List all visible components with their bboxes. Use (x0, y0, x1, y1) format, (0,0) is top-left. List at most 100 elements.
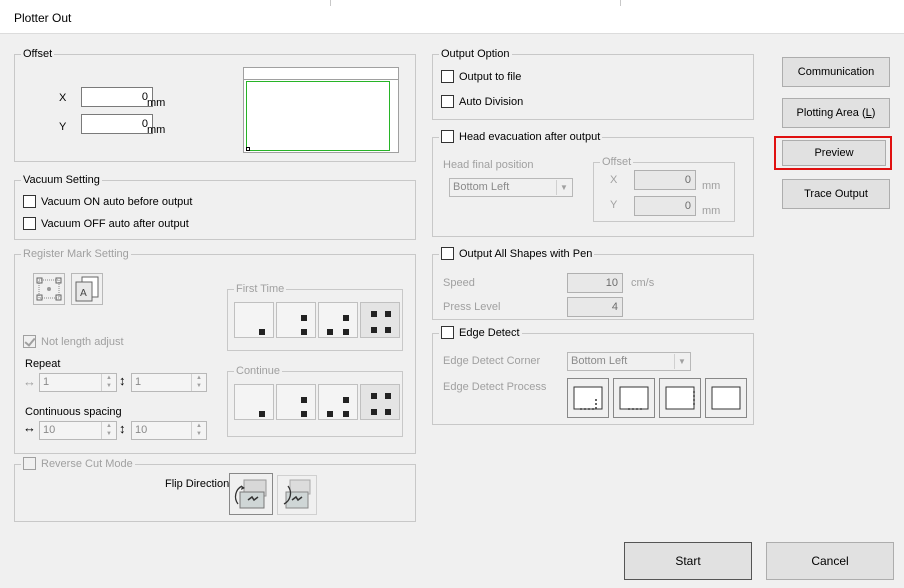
press-level-input[interactable]: 4 (567, 297, 623, 317)
preview-button[interactable]: Preview (782, 140, 886, 166)
mark-pattern-icon (327, 397, 349, 417)
edge-process-1-icon (573, 386, 603, 410)
offset-legend: Offset (21, 47, 55, 61)
window-title: Plotter Out (14, 11, 72, 25)
checkbox-box (23, 457, 36, 470)
edge-process-option-2[interactable] (613, 378, 655, 418)
repeat-horizontal-spinner[interactable]: 1 ▲ ▼ (39, 373, 117, 392)
spinner-arrows-icon[interactable]: ▲ ▼ (101, 374, 116, 391)
spinner-arrows-icon[interactable]: ▲ ▼ (191, 374, 206, 391)
vacuum-off-label: Vacuum OFF auto after output (41, 218, 189, 230)
horizontal-arrows-icon: ↔ (23, 420, 36, 435)
continuous-vertical-spinner[interactable]: 10 ▲ ▼ (131, 421, 207, 440)
pen-output-label: Output All Shapes with Pen (459, 248, 593, 260)
edge-process-option-1[interactable] (567, 378, 609, 418)
spinner-arrows-icon[interactable]: ▲ ▼ (191, 422, 206, 439)
cancel-button[interactable]: Cancel (766, 542, 894, 580)
edge-detect-corner-label: Edge Detect Corner (443, 355, 541, 367)
head-offset-y-unit: mm (702, 205, 721, 217)
reverse-cut-checkbox[interactable]: Reverse Cut Mode (21, 457, 135, 471)
plotting-area-label-pre: Plotting Area ( (796, 107, 866, 119)
flip-direction-reverse-button[interactable] (277, 475, 317, 515)
chevron-down-icon: ▼ (556, 180, 571, 195)
checkbox-box (441, 326, 454, 339)
title-bar-divider (330, 0, 331, 6)
pen-speed-input[interactable]: 10 (567, 273, 623, 293)
mark-pattern-icon (259, 411, 265, 417)
head-evacuation-checkbox[interactable]: Head evacuation after output (439, 130, 603, 144)
mark-pattern-icon (259, 329, 265, 335)
head-offset-x-unit: mm (702, 180, 721, 192)
vacuum-off-checkbox[interactable]: Vacuum OFF auto after output (23, 217, 189, 231)
checkbox-box (441, 95, 454, 108)
checkbox-box (441, 130, 454, 143)
offset-y-input[interactable]: 0 (81, 114, 153, 134)
not-length-adjust-label: Not length adjust (41, 336, 124, 348)
flip-direction-label: Flip Direction (165, 478, 230, 490)
edge-process-2-icon (619, 386, 649, 410)
vacuum-on-checkbox[interactable]: Vacuum ON auto before output (23, 195, 192, 209)
edge-process-option-4[interactable] (705, 378, 747, 418)
plot-area-rect (246, 81, 390, 151)
first-time-2mark-option[interactable] (276, 302, 316, 338)
output-to-file-label: Output to file (459, 71, 522, 83)
not-length-adjust-checkbox[interactable]: Not length adjust (23, 335, 124, 349)
mark-pattern-icon (371, 393, 391, 415)
repeat-label: Repeat (25, 358, 61, 370)
output-to-file-checkbox[interactable]: Output to file (441, 70, 521, 84)
spinner-arrows-icon[interactable]: ▲ ▼ (101, 422, 116, 439)
flip-normal-icon (234, 479, 267, 509)
vertical-arrows-icon: ↕ (119, 421, 126, 436)
continue-3mark-option[interactable] (318, 384, 358, 420)
start-button[interactable]: Start (624, 542, 752, 580)
checkbox-box (441, 70, 454, 83)
reverse-cut-group: Reverse Cut Mode Flip Direction (14, 457, 416, 522)
repeat-vertical-spinner[interactable]: 1 ▲ ▼ (131, 373, 207, 392)
first-time-1mark-option[interactable] (234, 302, 274, 338)
trace-output-button[interactable]: Trace Output (782, 179, 890, 209)
continue-2mark-option[interactable] (276, 384, 316, 420)
first-time-group: First Time (227, 282, 403, 351)
first-time-4mark-option[interactable] (360, 302, 400, 338)
edge-detect-group: Edge Detect Edge Detect Corner Bottom Le… (432, 326, 754, 425)
auto-division-checkbox[interactable]: Auto Division (441, 95, 523, 109)
edge-detect-corner-select[interactable]: Bottom Left ▼ (567, 352, 691, 371)
register-mark-4point-button[interactable] (33, 273, 65, 305)
edge-detect-corner-value: Bottom Left (571, 355, 628, 367)
continue-legend: Continue (234, 364, 283, 378)
edge-process-3-icon (665, 386, 695, 410)
first-time-3mark-option[interactable] (318, 302, 358, 338)
offset-preview-canvas (243, 67, 399, 153)
head-offset-x-input[interactable]: 0 (634, 170, 696, 190)
plotting-area-button[interactable]: Plotting Area (L) (782, 98, 890, 128)
communication-button[interactable]: Communication (782, 57, 890, 87)
edge-process-option-3[interactable] (659, 378, 701, 418)
chevron-down-icon: ▼ (674, 354, 689, 369)
edge-process-4-icon (711, 386, 741, 410)
continue-1mark-option[interactable] (234, 384, 274, 420)
continuous-spacing-label: Continuous spacing (25, 406, 122, 418)
offset-x-input[interactable]: 0 (81, 87, 153, 107)
head-final-position-select[interactable]: Bottom Left ▼ (449, 178, 573, 197)
continue-4mark-option[interactable] (360, 384, 400, 420)
register-tpoint-icon: A (75, 276, 99, 302)
vacuum-on-label: Vacuum ON auto before output (41, 196, 193, 208)
first-time-legend: First Time (234, 282, 287, 296)
head-final-position-value: Bottom Left (453, 181, 510, 193)
flip-direction-normal-button[interactable] (229, 473, 273, 515)
pen-output-checkbox[interactable]: Output All Shapes with Pen (439, 247, 595, 261)
offset-x-label: X (59, 92, 67, 104)
head-offset-y-input[interactable]: 0 (634, 196, 696, 216)
register-mark-tpoint-button[interactable]: A (71, 273, 103, 305)
output-option-group: Output Option Output to file Auto Divisi… (432, 47, 754, 120)
output-option-legend: Output Option (439, 47, 512, 61)
offset-y-label: Y (59, 121, 67, 133)
offset-x-unit: mm (147, 97, 166, 109)
offset-y-unit: mm (147, 124, 166, 136)
continuous-horizontal-spinner[interactable]: 10 ▲ ▼ (39, 421, 117, 440)
edge-detect-checkbox[interactable]: Edge Detect (439, 326, 522, 340)
vertical-arrows-icon: ↕ (119, 373, 126, 388)
flip-reverse-icon (283, 479, 311, 509)
edge-detect-label: Edge Detect (459, 327, 520, 339)
checkbox-box (23, 217, 36, 230)
